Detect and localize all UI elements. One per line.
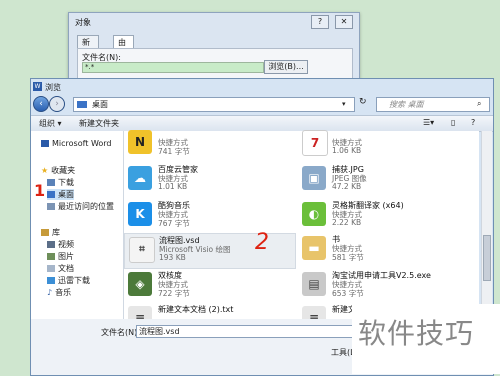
filename-label: 文件名(N):: [101, 328, 140, 337]
search-icon[interactable]: ⌕: [477, 99, 481, 109]
sidebar-item-desktop[interactable]: 桌面: [47, 189, 74, 200]
sidebar-item-libraries[interactable]: 库: [41, 227, 60, 238]
help-button[interactable]: ?: [311, 15, 329, 29]
file-item[interactable]: 7 快捷方式 1.06 KB: [302, 127, 452, 163]
desktop-icon: [47, 191, 55, 198]
file-size: 1.06 KB: [332, 146, 362, 155]
help-icon[interactable]: ?: [471, 118, 475, 127]
word-icon: [41, 140, 49, 147]
sidebar-item-favorites[interactable]: ★ 收藏夹: [41, 165, 75, 176]
baidu-cloud-icon: ☁: [128, 166, 152, 190]
watermark-text: 软件技巧: [358, 317, 475, 350]
sidebar-label: 图片: [58, 252, 74, 261]
note-app-icon: N: [128, 130, 152, 154]
address-dropdown-icon[interactable]: ▾: [342, 98, 346, 111]
refresh-icon[interactable]: ↻: [359, 97, 367, 107]
file-name-input[interactable]: *.*: [82, 62, 264, 73]
sidebar-label: 下载: [58, 178, 74, 187]
watermark: 软件技巧: [352, 304, 500, 374]
file-item[interactable]: N 快捷方式 741 字节: [128, 127, 278, 163]
picture-icon: [47, 253, 55, 260]
view-options-icon[interactable]: ☰▾: [423, 118, 434, 127]
search-box[interactable]: 搜索 桌面 ⌕: [376, 97, 490, 112]
file-item[interactable]: ☁ 百度云管家 快捷方式 1.01 KB: [128, 163, 278, 199]
sidebar-label: 桌面: [58, 190, 74, 199]
sidebar-label: Microsoft Word: [52, 139, 112, 148]
folder-icon: ▬: [302, 236, 326, 260]
file-size: 1.01 KB: [158, 182, 188, 191]
kugou-music-icon: K: [128, 202, 152, 226]
file-size: 581 字节: [332, 253, 364, 262]
sidebar-item-pictures[interactable]: 图片: [47, 251, 74, 262]
thunder-download-icon: [47, 277, 55, 284]
file-item[interactable]: ▤ 淘宝试用申请工具V2.5.exe 快捷方式 653 字节: [302, 269, 452, 305]
download-folder-icon: [47, 179, 55, 186]
sidebar-label: 库: [52, 228, 60, 237]
sidebar-label: 收藏夹: [51, 166, 76, 175]
sidebar-label: 音乐: [55, 288, 72, 297]
sidebar-label: 文档: [58, 264, 74, 273]
sidebar-item-word[interactable]: Microsoft Word: [41, 139, 112, 148]
word-app-icon: W: [33, 82, 42, 91]
app-shortcut-icon: ◈: [128, 272, 152, 296]
sidebar-label: 最近访问的位置: [58, 202, 114, 211]
video-icon: [47, 241, 55, 248]
annotation-marker-1: 1: [34, 181, 46, 200]
address-text: 桌面: [92, 100, 108, 109]
back-icon[interactable]: ‹: [33, 96, 49, 112]
file-item[interactable]: ▣ 捕获.JPG JPEG 图像 47.2 KB: [302, 163, 452, 199]
lingoes-parrot-icon: ◐: [302, 202, 326, 226]
desktop-icon: [77, 101, 87, 108]
file-size: 767 字节: [158, 219, 190, 228]
sidebar-item-documents[interactable]: 文档: [47, 263, 74, 274]
music-icon: ♪: [47, 288, 53, 297]
file-size: 193 KB: [159, 253, 186, 262]
exe-file-icon: ▤: [302, 272, 326, 296]
visio-file-icon: ⌗: [129, 237, 155, 263]
sidebar-label: 迅雷下载: [58, 276, 90, 285]
document-icon: [47, 265, 55, 272]
browse-button[interactable]: 浏览(B)...: [264, 60, 308, 74]
file-item[interactable]: ▬ 书 快捷方式 581 字节: [302, 233, 452, 269]
file-item[interactable]: ◐ 灵格斯翻译家 (x64) 快捷方式 2.22 KB: [302, 199, 452, 235]
file-size: 741 字节: [158, 147, 190, 156]
sidebar-item-thunder[interactable]: 迅雷下载: [47, 275, 90, 286]
sidebar-item-videos[interactable]: 视频: [47, 239, 74, 250]
forward-icon[interactable]: ›: [49, 96, 65, 112]
library-icon: [41, 229, 49, 236]
preview-pane-icon[interactable]: ▯: [451, 118, 455, 127]
address-bar[interactable]: 桌面 ▾: [73, 97, 355, 112]
sidebar-item-recent[interactable]: 最近访问的位置: [47, 201, 114, 212]
file-item-selected[interactable]: ⌗ 流程图.vsd Microsoft Visio 绘图 193 KB 2: [124, 230, 296, 269]
sidebar-item-downloads[interactable]: 下载: [47, 177, 74, 188]
close-button[interactable]: ✕: [335, 15, 353, 29]
file-size: 47.2 KB: [332, 182, 362, 191]
file-name: 新建文本文档 (2).txt: [158, 305, 234, 314]
recent-places-icon: [47, 203, 55, 210]
file-list: N 快捷方式 741 字节 ☁ 百度云管家 快捷方式 1.01 KB K 酷狗音…: [124, 130, 479, 330]
annotation-marker-2: 2: [255, 230, 269, 255]
sidebar-label: 视频: [58, 240, 74, 249]
file-size: 722 字节: [158, 289, 190, 298]
star-icon: ★: [41, 166, 49, 175]
search-placeholder: 搜索 桌面: [389, 100, 424, 109]
image-file-icon: ▣: [302, 166, 326, 190]
file-size: 653 字节: [332, 289, 364, 298]
scrollbar-thumb[interactable]: [483, 235, 491, 281]
filename-input[interactable]: 流程图.vsd: [136, 325, 385, 338]
vertical-scrollbar[interactable]: [481, 131, 492, 319]
file-item[interactable]: ◈ 双核度 快捷方式 722 字节: [128, 269, 278, 305]
shortcut-app-icon: 7: [302, 130, 328, 156]
navigation-row: ‹ › 桌面 ▾ ↻ 搜索 桌面 ⌕: [31, 95, 493, 113]
sidebar: Microsoft Word ★ 收藏夹 下载 桌面 最近访问的位置 库 视频 图…: [31, 131, 124, 319]
browse-dialog-title: 浏览: [45, 83, 61, 92]
organize-button[interactable]: 组织 ▾: [39, 118, 62, 129]
file-size: 2.22 KB: [332, 218, 362, 227]
object-dialog-title: 对象: [75, 18, 91, 27]
sidebar-item-music[interactable]: ♪ 音乐: [47, 287, 71, 298]
new-folder-button[interactable]: 新建文件夹: [79, 118, 119, 129]
